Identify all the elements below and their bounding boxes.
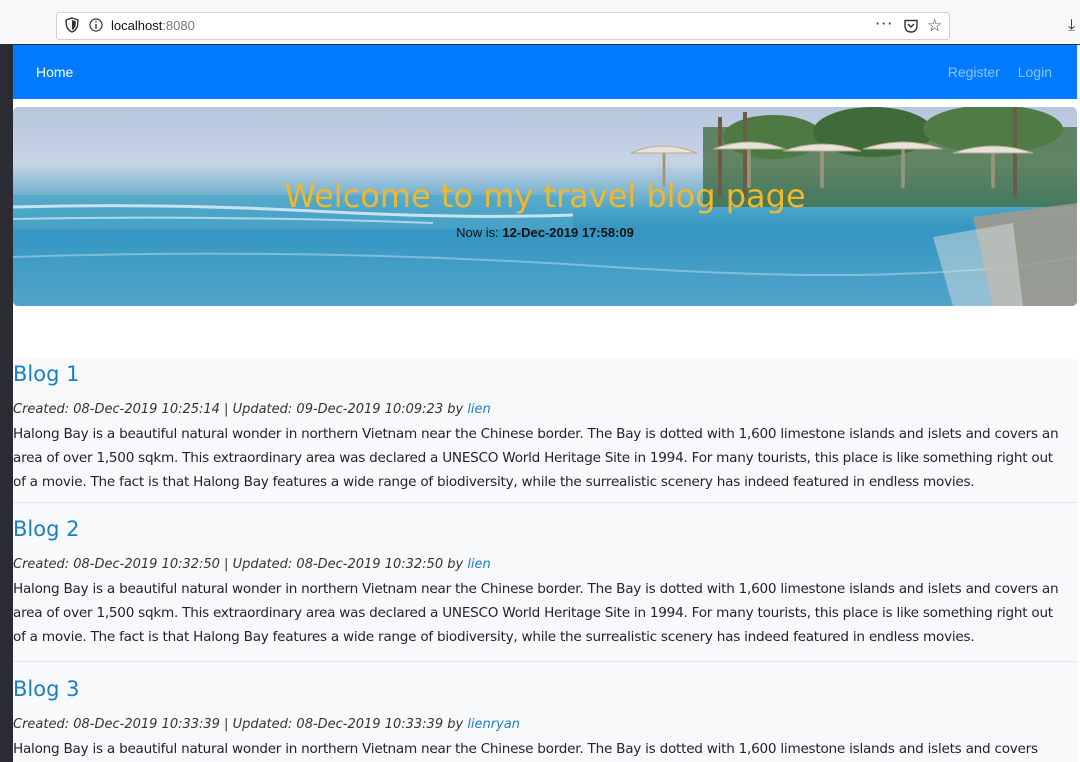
blog-body: Halong Bay is a beautiful natural wonder… — [13, 426, 1059, 490]
web-page: Home Register Login Welcome to my travel… — [13, 45, 1080, 762]
blog-meta: Created: 08-Dec-2019 10:32:50 | Updated:… — [13, 557, 491, 572]
nav-login-link[interactable]: Login — [1018, 64, 1052, 80]
hero-title: Welcome to my travel blog page — [284, 177, 806, 215]
bookmark-star-icon[interactable]: ☆ — [927, 16, 942, 36]
navbar: Home Register Login — [13, 45, 1077, 99]
nav-register-link[interactable]: Register — [948, 64, 1000, 80]
blog-body: Halong Bay is a beautiful natural wonder… — [13, 581, 1059, 645]
address-bar[interactable]: localhost:8080 ··· ☆ — [56, 12, 950, 40]
blog-title[interactable]: Blog 3 — [13, 677, 79, 701]
divider — [13, 661, 1077, 662]
pocket-icon[interactable] — [903, 18, 919, 34]
page-actions-more-icon[interactable]: ··· — [875, 14, 893, 33]
author-link[interactable]: lienryan — [467, 717, 520, 732]
browser-toolbar: localhost:8080 ··· ☆ ⤓ — [0, 0, 1080, 44]
blog-meta: Created: 08-Dec-2019 10:25:14 | Updated:… — [13, 402, 491, 417]
divider — [13, 502, 1077, 503]
nav-right-links: Register Login — [934, 64, 1052, 80]
site-info-icon[interactable] — [89, 18, 103, 32]
nav-home-link[interactable]: Home — [36, 64, 73, 80]
tracking-shield-icon[interactable] — [65, 17, 79, 33]
blog-body: Halong Bay is a beautiful natural wonder… — [13, 741, 1038, 757]
author-link[interactable]: lien — [467, 402, 490, 417]
blog-list: Blog 1 Created: 08-Dec-2019 10:25:14 | U… — [13, 359, 1077, 762]
download-icon[interactable]: ⤓ — [1068, 15, 1075, 35]
blog-title[interactable]: Blog 2 — [13, 517, 79, 541]
blog-title[interactable]: Blog 1 — [13, 362, 79, 386]
current-time-value: 12-Dec-2019 17:58:09 — [502, 225, 634, 240]
blog-meta: Created: 08-Dec-2019 10:33:39 | Updated:… — [13, 717, 521, 732]
author-link[interactable]: lien — [467, 557, 490, 572]
url-text[interactable]: localhost:8080 — [111, 18, 195, 33]
hero-banner: Welcome to my travel blog page Now is: 1… — [13, 107, 1077, 306]
current-time: Now is: 12-Dec-2019 17:58:09 — [456, 225, 634, 240]
